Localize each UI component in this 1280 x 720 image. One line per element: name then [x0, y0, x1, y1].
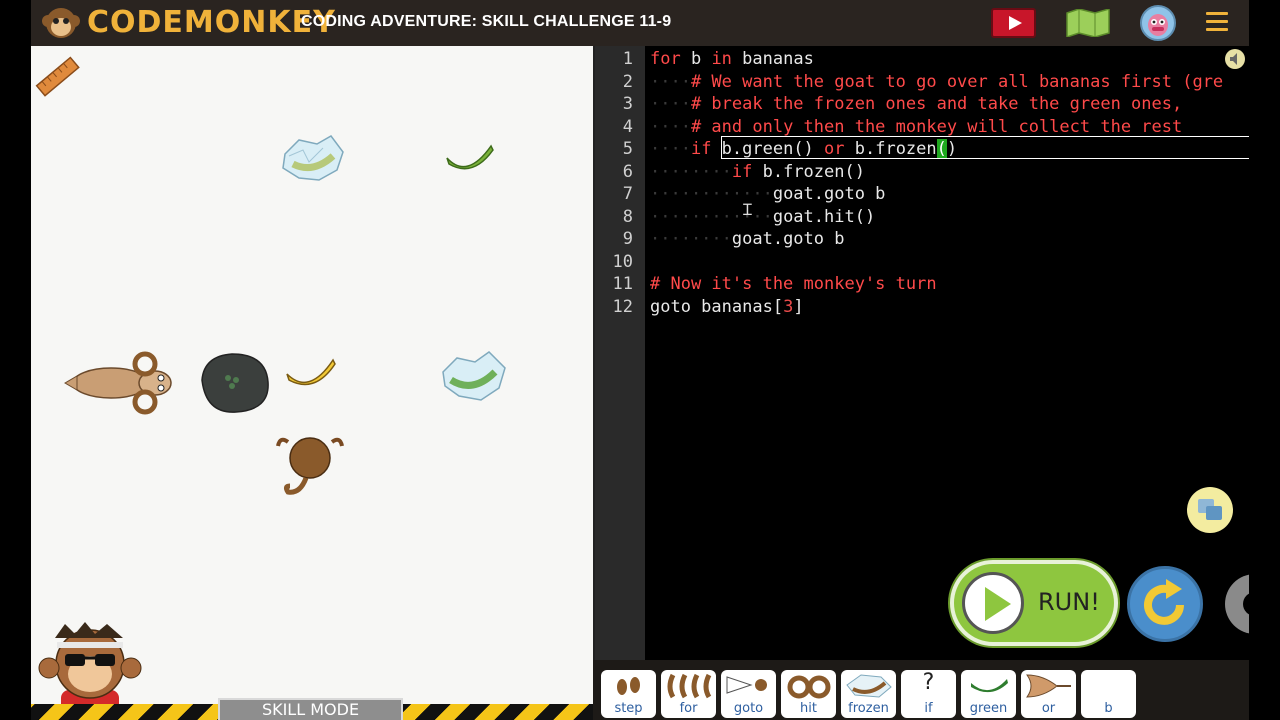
- reset-icon: [1144, 579, 1184, 625]
- indent-guide: ········: [650, 161, 732, 182]
- logo-text: CODEMONKEY: [87, 5, 336, 40]
- monkey-logo-icon: [42, 8, 80, 38]
- indent-guide: ············: [650, 184, 773, 204]
- line-number: 4: [622, 116, 633, 137]
- game-canvas: [31, 46, 593, 720]
- frozen-banana: [442, 351, 506, 401]
- menu-icon[interactable]: [1206, 12, 1228, 32]
- code-token: goto bananas[: [650, 296, 784, 317]
- ruler-icon[interactable]: [33, 52, 83, 102]
- code-token: if: [731, 161, 753, 182]
- play-icon: [962, 572, 1024, 634]
- indent-guide: ············: [650, 206, 773, 227]
- tool-for-button[interactable]: for: [661, 670, 716, 718]
- settings-gear-icon[interactable]: [1215, 566, 1249, 642]
- map-icon[interactable]: [1065, 9, 1111, 37]
- rock: [201, 353, 269, 413]
- tool-label: step: [614, 701, 643, 716]
- tool-or-button[interactable]: or: [1021, 670, 1076, 718]
- code-token: # Now it's the monkey's turn: [650, 274, 937, 294]
- indent-guide: ····: [650, 94, 691, 114]
- indent-guide: ········: [650, 229, 732, 249]
- yellow-banana: [286, 358, 336, 386]
- avatar-icon[interactable]: [1140, 5, 1176, 41]
- top-bar: CODEMONKEY CODING ADVENTURE: SKILL CHALL…: [31, 0, 1249, 46]
- goat: [64, 351, 172, 415]
- indent-guide: ····: [650, 139, 691, 159]
- code-token: in: [711, 49, 732, 69]
- speaker-icon[interactable]: [1225, 49, 1245, 69]
- page-title: CODING ADVENTURE: SKILL CHALLENGE 11-9: [301, 13, 672, 30]
- code-line[interactable]: ····# We want the goat to go over all ba…: [650, 71, 1223, 94]
- code-token: # break the frozen ones and take the gre…: [690, 94, 1183, 114]
- app-frame: CODEMONKEY CODING ADVENTURE: SKILL CHALL…: [31, 0, 1249, 720]
- tool-if-button[interactable]: ? if: [901, 670, 956, 718]
- line-number: 8: [622, 206, 633, 227]
- code-editor[interactable]: 1 2 3 4 5 6 7 8 9 10 11 12 for b in bananas ····# We…: [593, 46, 1249, 660]
- code-line[interactable]: ····# break the frozen ones and take the…: [650, 93, 1182, 116]
- line-number: 1: [622, 49, 633, 69]
- code-token: # We want the goat to go over all banana…: [690, 71, 1224, 92]
- line-number: 6: [622, 161, 633, 182]
- command-toolbar: step for goto hit frozen? if green or b: [593, 660, 1249, 720]
- line-number: 11: [612, 274, 633, 294]
- selection-highlight: [721, 136, 1249, 159]
- run-button[interactable]: RUN!: [950, 560, 1118, 646]
- line-number: 7: [622, 184, 633, 204]
- code-token: goat.goto b: [731, 229, 845, 249]
- code-line[interactable]: ········if b.frozen(): [650, 161, 865, 184]
- indent-guide: ····: [650, 116, 691, 137]
- question-icon: ?: [922, 670, 935, 695]
- tool-goto-button[interactable]: goto: [721, 670, 776, 718]
- translate-icon[interactable]: [1187, 487, 1233, 533]
- code-line[interactable]: ····# and only then the monkey will coll…: [650, 116, 1182, 139]
- tool-label: green: [969, 701, 1008, 716]
- logo[interactable]: CODEMONKEY: [41, 3, 335, 43]
- tool-hit-button[interactable]: hit: [781, 670, 836, 718]
- code-line[interactable]: ········goat.goto b: [650, 228, 844, 251]
- text-cursor-icon: Ɪ: [743, 202, 752, 219]
- tool-label: b: [1104, 701, 1113, 716]
- tool-label: hit: [800, 701, 817, 716]
- code-token: bananas: [731, 49, 814, 69]
- indent-guide: ····: [650, 71, 691, 92]
- code-line[interactable]: # Now it's the monkey's turn: [650, 273, 937, 296]
- code-token: # and only then the monkey will collect …: [690, 116, 1183, 137]
- code-token: b.frozen(): [752, 161, 865, 182]
- line-number: 12: [612, 296, 633, 317]
- code-line[interactable]: goto bananas[3]: [650, 296, 804, 319]
- code-line[interactable]: for b in bananas: [650, 48, 814, 71]
- code-token: 3: [783, 296, 794, 317]
- line-number: 5: [622, 139, 633, 159]
- reset-button[interactable]: [1127, 566, 1203, 642]
- tool-label: if: [924, 701, 933, 716]
- tool-label: or: [1041, 701, 1056, 716]
- frozen-banana: [282, 135, 344, 181]
- tool-label: for: [679, 701, 698, 716]
- green-banana: [446, 144, 494, 170]
- tool-label: frozen: [848, 701, 889, 716]
- code-token: goat.goto b: [772, 184, 886, 204]
- run-button-label: RUN!: [1038, 588, 1100, 616]
- line-number: 10: [612, 251, 633, 272]
- line-number-gutter: 1 2 3 4 5 6 7 8 9 10 11 12: [595, 46, 645, 660]
- video-icon[interactable]: [991, 8, 1036, 38]
- code-line[interactable]: ············goat.hit(): [650, 206, 875, 229]
- tool-label: goto: [733, 701, 764, 716]
- code-token: if: [690, 139, 712, 159]
- line-number: 3: [622, 94, 633, 114]
- tool-b-button[interactable]: b: [1081, 670, 1136, 718]
- code-token: ]: [793, 296, 804, 317]
- code-token: b: [680, 49, 712, 69]
- code-token: goat.hit(): [772, 206, 876, 227]
- line-number: 9: [622, 229, 633, 249]
- line-number: 2: [622, 71, 633, 92]
- tool-frozen-button[interactable]: frozen: [841, 670, 896, 718]
- code-token: for: [650, 49, 681, 69]
- monkey: [276, 437, 344, 495]
- skill-mode-label: SKILL MODE: [218, 698, 403, 720]
- code-line[interactable]: ············goat.goto b: [650, 183, 885, 206]
- tool-green-button[interactable]: green: [961, 670, 1016, 718]
- tool-step-button[interactable]: step: [601, 670, 656, 718]
